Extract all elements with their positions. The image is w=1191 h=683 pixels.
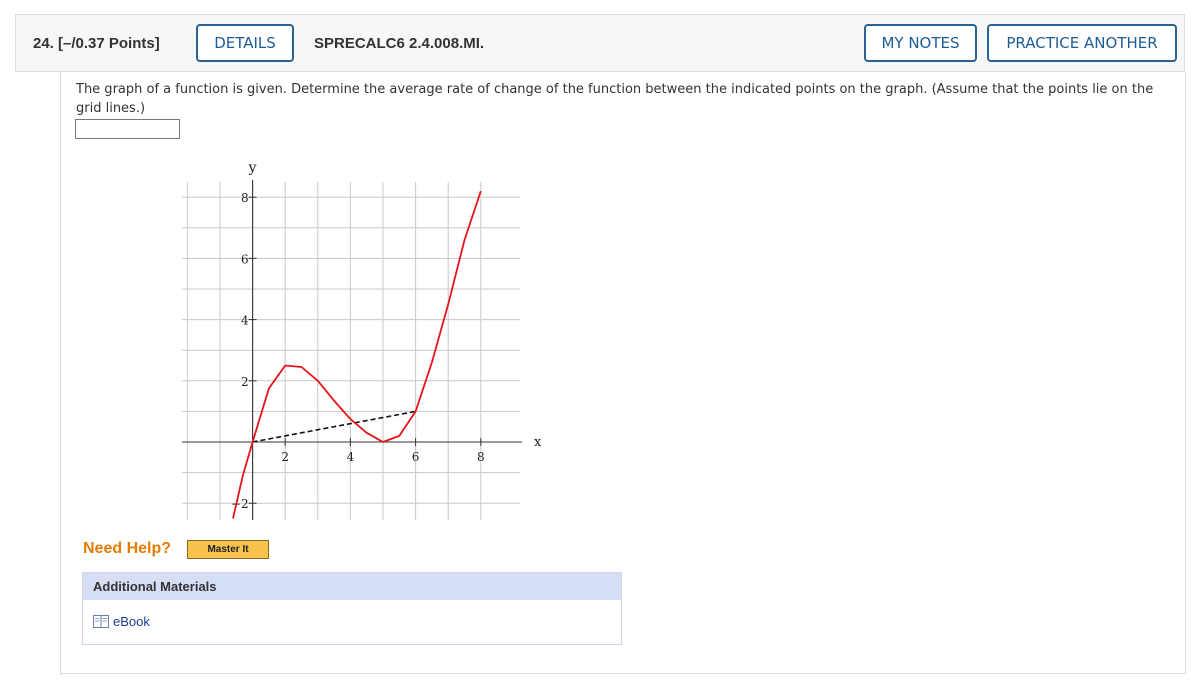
question-header: 24. [–/0.37 Points] DETAILS SPRECALC6 2.… (15, 14, 1185, 72)
y-tick-label: 6 (241, 252, 249, 266)
y-tick-label: 4 (241, 314, 249, 328)
practice-another-button[interactable]: PRACTICE ANOTHER (987, 24, 1177, 62)
y-axis-label: y (248, 160, 257, 176)
additional-materials-panel: Additional Materials eBook (82, 572, 622, 645)
x-tick-label: 2 (281, 450, 289, 464)
secant-dashed-line (252, 410, 416, 443)
question-prompt: The graph of a function is given. Determ… (76, 82, 1154, 116)
my-notes-button[interactable]: MY NOTES (864, 24, 977, 62)
answer-input[interactable] (75, 119, 180, 139)
y-tick-label: −2 (231, 497, 249, 511)
question-code: SPRECALC6 2.4.008.MI. (314, 35, 485, 52)
graph-grid (182, 182, 520, 520)
x-tick-label: 8 (477, 450, 485, 464)
function-graph: −224688642−2 x y (182, 160, 542, 520)
secant-line (252, 410, 416, 443)
ebook-link[interactable]: eBook (93, 614, 150, 629)
need-help-label: Need Help? (83, 540, 172, 557)
question-number: 24. [–/0.37 Points] (33, 35, 160, 52)
additional-materials-heading: Additional Materials (83, 573, 621, 600)
graph-ticks: −224688642−2 (231, 191, 485, 511)
function-curve (232, 190, 482, 519)
x-tick-label: 4 (347, 450, 355, 464)
y-tick-label: 8 (241, 191, 249, 205)
x-tick-label: 6 (412, 450, 420, 464)
ebook-label: eBook (113, 614, 150, 629)
book-icon (93, 615, 109, 628)
y-tick-label: 2 (241, 375, 249, 389)
master-it-button[interactable]: Master It (187, 540, 269, 559)
details-button[interactable]: DETAILS (196, 24, 294, 62)
function-curve-path (232, 190, 482, 519)
x-axis-label: x (534, 435, 542, 450)
